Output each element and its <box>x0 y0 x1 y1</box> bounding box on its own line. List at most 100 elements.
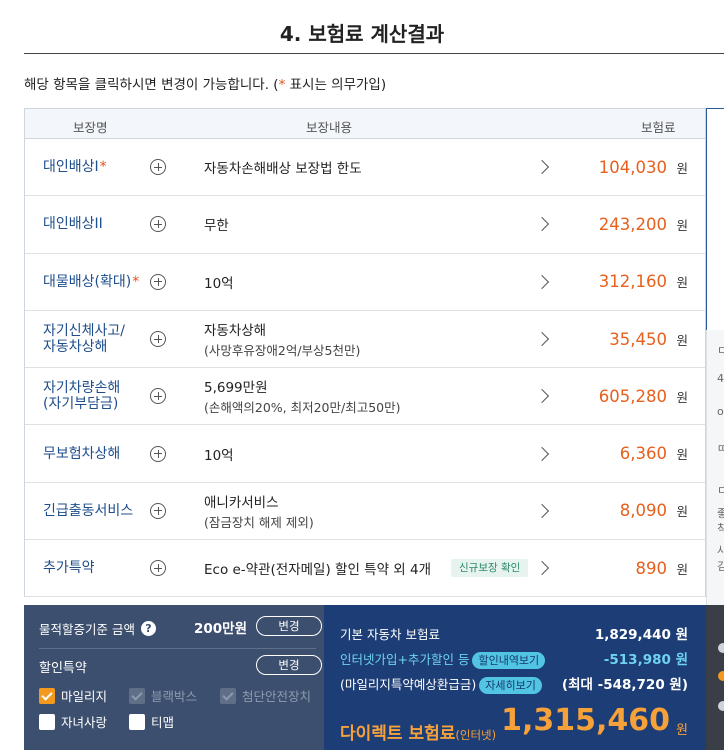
dot-icon <box>718 701 724 711</box>
plus-circle-icon[interactable] <box>150 216 166 233</box>
mileage-refund-label: (마일리지특약예상환급금) <box>340 677 477 692</box>
chevron-right-icon[interactable] <box>534 389 550 404</box>
plus-circle-icon[interactable] <box>150 159 166 176</box>
won-unit: 원 <box>676 275 688 291</box>
coverage-detail: 애니카서비스 <box>204 494 279 511</box>
required-mark: * <box>132 273 140 290</box>
coverage-name-line2: 자동차상해 <box>43 339 108 356</box>
coverage-row-property-damage[interactable]: 대물배상(확대) * 10억 312,160 원 <box>25 254 705 311</box>
side-glyph: 칙 <box>717 520 724 536</box>
coverage-name-line2: (자기부담금) <box>43 396 119 413</box>
coverage-detail: 10억 <box>204 447 234 464</box>
plus-circle-icon[interactable] <box>150 388 166 405</box>
direct-premium-label: 다이렉트 보험료 <box>340 724 456 744</box>
coverage-name: 대인배상II <box>43 216 103 233</box>
coverage-detail-sub: (잠금장치 해제 제외) <box>204 514 314 530</box>
side-glyph: ㄸ <box>717 440 724 456</box>
chevron-right-icon[interactable] <box>534 160 550 175</box>
side-panel-frame <box>706 108 724 330</box>
chevron-right-icon[interactable] <box>534 274 550 289</box>
chevron-right-icon[interactable] <box>534 331 550 347</box>
coverage-row-bodily-injury-2[interactable]: 대인배상II 무한 243,200 원 <box>25 196 705 254</box>
won-unit: 원 <box>676 504 688 520</box>
tmap-checkbox[interactable]: 티맵 <box>129 712 174 731</box>
side-panel-clipped: ㄷ 4 o ㄸ ㄷ 좋 칙 사 김 <box>706 330 724 605</box>
coverage-detail: 5,699만원 <box>204 380 268 397</box>
coverage-name: 긴급출동서비스 <box>43 502 134 519</box>
discount-value: -513,980 원 <box>603 652 688 668</box>
divider <box>39 648 316 649</box>
coverage-row-self-injury[interactable]: 자기신체사고/자동차상해 자동차상해 (사망후유장애2억/부상5천만) 35,45… <box>25 311 705 369</box>
side-glyph: ㄷ <box>717 482 724 498</box>
won-unit: 원 <box>676 561 688 577</box>
won-unit: 원 <box>676 160 688 176</box>
coverage-premium: 312,160 <box>598 272 667 292</box>
discount-details-button[interactable]: 할인내역보기 <box>472 652 546 669</box>
help-icon[interactable]: ? <box>140 621 156 636</box>
base-premium-value: 1,829,440 원 <box>594 627 688 643</box>
plus-circle-icon[interactable] <box>150 445 166 462</box>
mileage-criteria-label: 물적할증기준 금액 <box>39 622 135 637</box>
notice-text: 해당 항목을 클릭하시면 변경이 가능합니다. (* 표시는 의무가입) <box>24 77 387 93</box>
mileage-checkbox[interactable]: 마일리지 <box>39 686 107 705</box>
coverage-row-emergency-service[interactable]: 긴급출동서비스 애니카서비스 (잠금장치 해제 제외) 8,090 원 <box>25 483 705 541</box>
won-unit: 원 <box>676 389 688 405</box>
coverage-table: 보장명 보장내용 보험료 대인배상I * 자동차손해배상 보장법 한도 104,0… <box>24 108 706 598</box>
coverage-name: 대인배상I <box>43 159 99 176</box>
side-glyph: 김 <box>717 558 724 574</box>
side-glyph: 4 <box>717 372 724 385</box>
checkbox-disabled-icon <box>129 687 145 704</box>
coverage-name: 추가특약 <box>43 560 95 577</box>
coverage-row-additional-rider[interactable]: 추가특약 Eco e-약관(전자메일) 할인 특약 외 4개 신규보장 확인 8… <box>25 540 705 598</box>
side-glyph: o <box>717 405 724 418</box>
direct-premium-value: 1,315,460 <box>501 703 670 738</box>
plus-circle-icon[interactable] <box>150 560 166 577</box>
header-premium: 보험료 <box>641 120 676 135</box>
chevron-right-icon[interactable] <box>534 561 550 576</box>
change-criteria-button[interactable]: 변경 <box>256 616 322 636</box>
coverage-row-bodily-injury-1[interactable]: 대인배상I * 자동차손해배상 보장법 한도 104,030 원 <box>25 139 705 197</box>
new-coverage-badge[interactable]: 신규보장 확인 <box>451 559 529 578</box>
coverage-premium: 6,360 <box>619 444 667 464</box>
child-love-checkbox[interactable]: 자녀사랑 <box>39 712 107 731</box>
coverage-detail-sub: (사망후유장애2억/부상5천만) <box>204 343 361 359</box>
plus-circle-icon[interactable] <box>150 331 166 348</box>
coverage-premium: 890 <box>635 558 668 578</box>
chevron-right-icon[interactable] <box>534 446 550 461</box>
coverage-detail: 자동차손해배상 보장법 한도 <box>204 161 362 178</box>
special-discount-label: 할인특약 <box>39 661 87 676</box>
coverage-row-own-vehicle-damage[interactable]: 자기차량손해 (자기부담금) 5,699만원 (손해액의20%, 최저20만/최고5… <box>25 368 705 426</box>
required-mark: * <box>99 159 107 176</box>
discount-label: 인터넷가입+추가할인 등 <box>340 652 470 667</box>
side-glyph: ㄷ <box>717 342 724 358</box>
coverage-name: 대물배상(확대) <box>43 273 132 290</box>
change-special-button[interactable]: 변경 <box>256 655 322 675</box>
title-divider <box>24 53 724 54</box>
plus-circle-icon[interactable] <box>150 502 166 519</box>
coverage-detail: 무한 <box>204 218 229 235</box>
page-title: 4. 보험료 계산결과 <box>279 22 445 46</box>
mileage-details-button[interactable]: 자세히보기 <box>479 677 542 694</box>
safety-device-checkbox: 첨단안전장치 <box>220 686 311 705</box>
coverage-premium: 8,090 <box>619 501 667 521</box>
coverage-premium: 104,030 <box>598 157 667 177</box>
checkbox-unchecked-icon <box>39 713 55 730</box>
won-unit: 원 <box>676 332 688 348</box>
coverage-detail: 10억 <box>204 275 234 292</box>
coverage-name-line1: 자기신체사고/ <box>43 322 125 339</box>
coverage-detail: Eco e-약관(전자메일) 할인 특약 외 4개 <box>204 562 432 579</box>
chevron-right-icon[interactable] <box>534 503 550 518</box>
side-glyph: 좋 <box>717 505 724 521</box>
won-unit: 원 <box>676 217 688 233</box>
blackbox-checkbox: 블랙박스 <box>129 686 197 705</box>
dot-icon <box>718 643 724 653</box>
won-unit: 원 <box>676 447 688 463</box>
coverage-premium: 35,450 <box>609 329 667 349</box>
side-panel-bottom-clipped <box>706 605 724 750</box>
chevron-right-icon[interactable] <box>534 217 550 232</box>
coverage-row-uninsured-vehicle[interactable]: 무보험차상해 10억 6,360 원 <box>25 425 705 483</box>
direct-premium-won: 원 <box>676 723 688 738</box>
dot-icon <box>718 671 724 681</box>
discount-options-panel: 물적할증기준 금액 ? 200만원 변경 할인특약 변경 마일리지 블랙박스 첨… <box>24 605 324 750</box>
plus-circle-icon[interactable] <box>150 273 166 290</box>
